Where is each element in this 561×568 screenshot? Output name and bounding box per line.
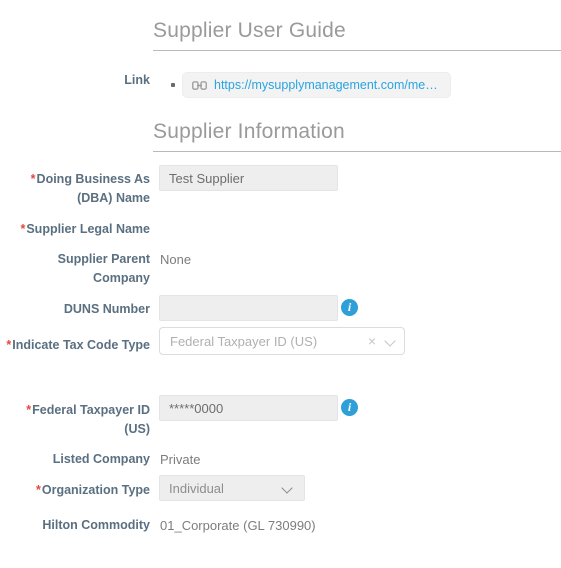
section-divider-user-guide [153,50,561,51]
info-icon[interactable]: i [341,399,358,416]
federal-taxpayer-id-input[interactable] [159,395,338,421]
indicate-tax-code-type-select[interactable]: Federal Taxpayer ID (US) × [159,327,405,355]
supplier-form-page: Supplier User Guide Link https://mysuppl… [0,0,561,568]
field-label-supplier-legal-name: *Supplier Legal Name [0,220,150,239]
link-url-text[interactable]: https://mysupplymanagement.com/media… [214,78,440,92]
field-label-listed-company: Listed Company [52,452,150,466]
supplier-parent-company-value: None [160,252,192,267]
listed-company-value: Private [160,452,201,467]
required-asterisk: * [20,222,26,236]
organization-type-value: Individual [169,480,224,496]
section-divider-supplier-information [153,151,561,152]
link-list: https://mysupplymanagement.com/media… [160,72,451,98]
dba-name-input[interactable] [159,165,338,191]
hilton-commodity-value: 01_Corporate (GL 730990) [160,518,316,533]
bullet-marker [171,83,175,87]
field-label-supplier-legal-name-text: Supplier Legal Name [26,222,150,236]
indicate-tax-code-type-value: Federal Taxpayer ID (US) [170,333,318,349]
required-asterisk: * [26,403,32,417]
required-asterisk: * [6,338,12,352]
link-icon [192,80,207,90]
field-label-organization-type-text: Organization Type [41,483,150,497]
field-label-indicate-tax-code-type-text: Indicate Tax Code Type [12,338,150,352]
field-label-link: Link [124,73,150,87]
field-label-dba-name: *Doing Business As (DBA) Name [0,170,150,208]
chevron-down-icon[interactable] [281,481,295,495]
field-label-duns-number: DUNS Number [63,302,150,316]
link-pill[interactable]: https://mysupplymanagement.com/media… [182,72,451,98]
info-icon[interactable]: i [341,299,358,316]
field-label-supplier-parent-company: Supplier Parent Company [57,252,150,285]
section-heading-supplier-information: Supplier Information [153,120,345,143]
chevron-down-icon[interactable] [384,334,398,348]
field-label-federal-taxpayer-id: *Federal Taxpayer ID (US) [0,401,150,439]
required-asterisk: * [30,172,36,186]
duns-number-input[interactable] [159,295,338,321]
field-label-dba-name-text: Doing Business As (DBA) Name [36,172,150,205]
field-label-hilton-commodity: Hilton Commodity [42,518,150,532]
field-label-federal-taxpayer-id-text: Federal Taxpayer ID (US) [32,403,150,436]
clear-icon[interactable]: × [362,334,382,348]
section-heading-supplier-user-guide: Supplier User Guide [153,19,346,42]
field-label-indicate-tax-code-type: *Indicate Tax Code Type [0,336,150,355]
organization-type-select[interactable]: Individual [159,475,305,501]
field-label-organization-type: *Organization Type [0,481,150,500]
list-item: https://mysupplymanagement.com/media… [160,72,451,98]
required-asterisk: * [36,483,41,497]
